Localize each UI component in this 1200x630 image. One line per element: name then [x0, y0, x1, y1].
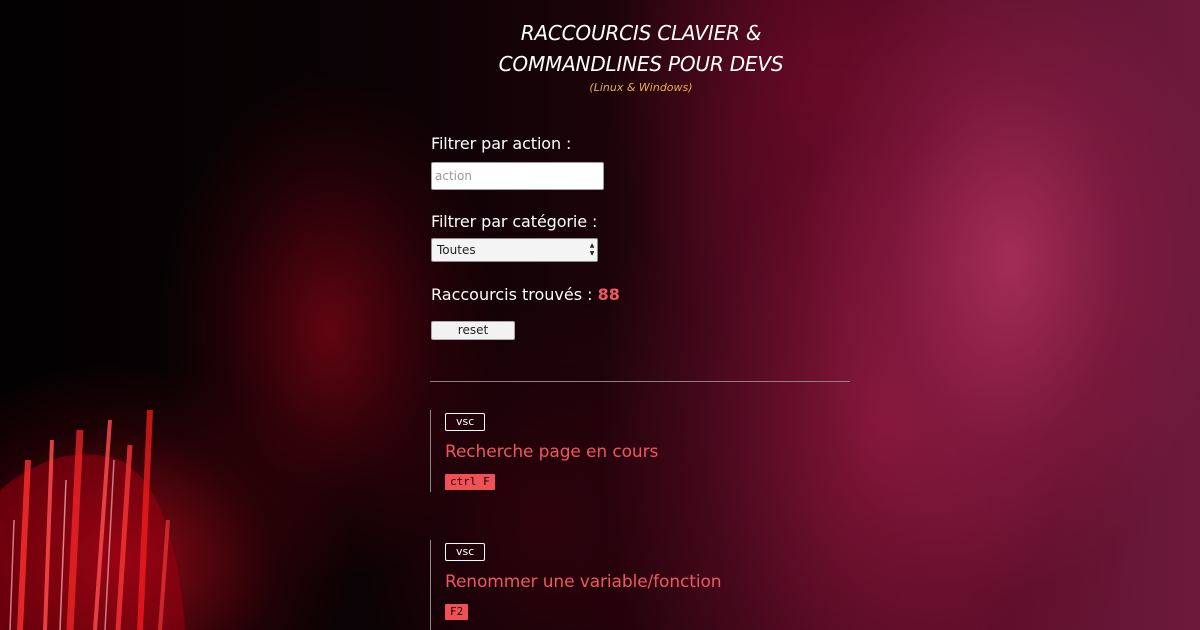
page-header: RACCOURCIS CLAVIER & COMMANDLINES POUR D…: [0, 18, 1200, 94]
action-filter-input[interactable]: [431, 162, 604, 190]
category-select-value: Toutes: [437, 243, 476, 257]
results-count-label: Raccourcis trouvés :: [431, 285, 598, 304]
section-divider: [430, 381, 850, 382]
light-streaks-decoration: [0, 409, 185, 630]
shortcut-title: Recherche page en cours: [445, 442, 659, 462]
category-tag: vsc: [445, 543, 486, 561]
results-count: Raccourcis trouvés : 88: [431, 285, 851, 304]
page-subtitle: (Linux & Windows): [589, 81, 693, 94]
shortcut-card: vsc Renommer une variable/fonction F2: [430, 540, 850, 630]
shortcut-card: vsc Recherche page en cours ctrl F: [430, 410, 850, 492]
page-title-line2: COMMANDLINES POUR DEVS: [498, 52, 784, 76]
action-filter-label: Filtrer par action :: [431, 134, 572, 153]
category-filter-label: Filtrer par catégorie :: [431, 212, 598, 231]
category-tag: vsc: [445, 413, 486, 431]
category-select[interactable]: Toutes ▲ ▼: [431, 238, 598, 262]
reset-button[interactable]: reset: [431, 321, 515, 340]
shortcut-keys: F2: [445, 604, 469, 620]
select-arrows-icon: ▲ ▼: [589, 242, 595, 257]
shortcut-title: Renommer une variable/fonction: [445, 572, 722, 592]
shortcut-keys: ctrl F: [445, 474, 495, 490]
results-count-number: 88: [597, 285, 620, 304]
filter-panel: Filtrer par action : Filtrer par catégor…: [431, 134, 851, 340]
page-title-line1: RACCOURCIS CLAVIER &: [520, 21, 762, 45]
